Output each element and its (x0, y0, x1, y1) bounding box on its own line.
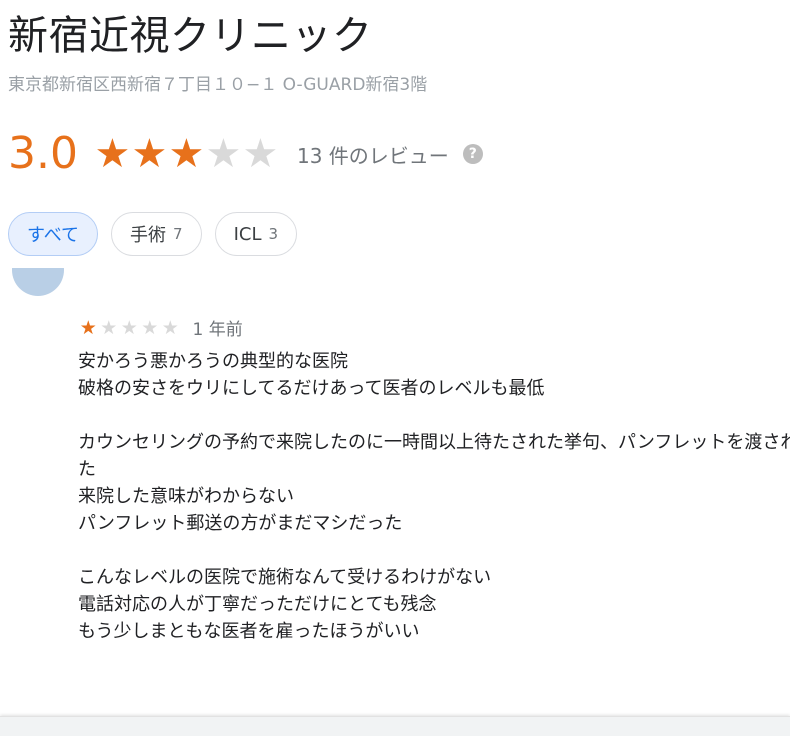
section-divider (0, 716, 790, 736)
star-filled-icon: ★ (131, 131, 168, 177)
filter-chip[interactable]: ICL 3 (214, 212, 298, 256)
filter-chip-count: 3 (268, 225, 279, 243)
filter-chip-label: すべて (27, 225, 80, 246)
review-count: 13 件のレビュー (296, 143, 449, 168)
rating-value: 3.0 (8, 128, 78, 179)
review-text: 安かろう悪かろうの典型的な医院破格の安さをウリにしてるだけあって医者のレベルも最… (78, 348, 790, 645)
star-empty-icon: ★ (161, 316, 179, 339)
filter-chip-label: 手術 (130, 225, 167, 246)
place-reviews-panel: 新宿近視クリニック 東京都新宿区西新宿７丁目１０−１ O-GUARD新宿3階 3… (0, 0, 790, 736)
star-empty-icon: ★ (141, 316, 159, 339)
help-icon[interactable]: ? (462, 144, 483, 164)
review-text-line: もう少しまともな医者を雇ったほうがいい (78, 621, 420, 642)
rating-stars: ★ ★ ★ ★ ★ (94, 132, 279, 176)
review-meta: ★ ★ ★ ★ ★ 1 年前 (78, 315, 243, 341)
review-text-line: 来院した意味がわからない (78, 486, 294, 507)
star-filled-icon: ★ (79, 316, 97, 339)
review-date: 1 年前 (192, 320, 243, 340)
review-text-line: 破格の安さをウリにしてるだけあって医者のレベルも最低 (78, 378, 545, 399)
filter-chip[interactable]: すべて (8, 212, 99, 256)
review-text-line: カウンセリングの予約で来院したのに一時間以上待たされた挙句、パンフレットを渡され… (78, 432, 790, 453)
review-text-line: た (78, 459, 96, 480)
place-title: 新宿近視クリニック (8, 13, 373, 59)
review-text-line (78, 537, 790, 564)
filter-chip-count: 7 (173, 225, 183, 243)
star-empty-icon: ★ (100, 316, 118, 339)
review-item: ★ ★ ★ ★ ★ 1 年前 安かろう悪かろうの典型的な医院 破格の安さをウリにしてるだけ… (0, 268, 790, 716)
review-text-line: 安かろう悪かろうの典型的な医院 (78, 351, 348, 372)
review-text-line: パンフレット郵送の方がまだマシだった (78, 513, 403, 534)
review-filter-chips: すべて 手術 7 ICL 3 (8, 212, 310, 256)
reviewer-avatar[interactable] (12, 268, 64, 296)
filter-chip-label: ICL (233, 223, 262, 245)
star-empty-icon: ★ (205, 131, 242, 177)
review-text-line (78, 402, 790, 429)
star-filled-icon: ★ (94, 131, 131, 177)
star-empty-icon: ★ (242, 131, 279, 177)
star-filled-icon: ★ (168, 131, 205, 177)
filter-chip[interactable]: 手術 7 (111, 212, 202, 256)
rating-summary: 3.0 ★ ★ ★ ★ ★ 13 件のレビュー ? (8, 124, 483, 184)
place-address: 東京都新宿区西新宿７丁目１０−１ O-GUARD新宿3階 (8, 75, 428, 95)
review-stars: ★ ★ ★ ★ ★ (78, 317, 181, 339)
review-text-line: こんなレベルの医院で施術なんて受けるわけがない (78, 567, 492, 588)
star-empty-icon: ★ (120, 316, 138, 339)
review-text-line: 電話対応の人が丁寧だっただけにとても残念 (78, 594, 437, 615)
